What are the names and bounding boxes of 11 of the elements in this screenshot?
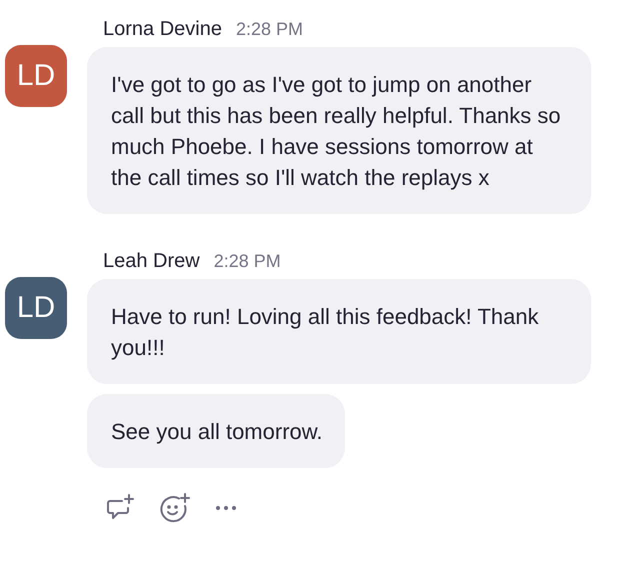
message-bubble: See you all tomorrow.	[87, 394, 345, 468]
message-bubble: I've got to go as I've got to jump on another call but this has been really helpful. Thanks so much Phoebe. I have sessions tomorrow at the call times so I'll watch the replays x	[87, 47, 591, 214]
add-reaction-icon[interactable]	[159, 492, 191, 524]
sender-name: Leah Drew	[103, 250, 200, 273]
message-time: 2:28 PM	[236, 19, 304, 40]
avatar: LD	[5, 277, 67, 339]
more-icon[interactable]	[215, 505, 237, 511]
sender-name: Lorna Devine	[103, 18, 222, 41]
avatar: LD	[5, 45, 67, 107]
message-time: 2:28 PM	[214, 251, 281, 272]
message-bubble: Have to run! Loving all this feedback! Thank you!!!	[87, 279, 591, 384]
